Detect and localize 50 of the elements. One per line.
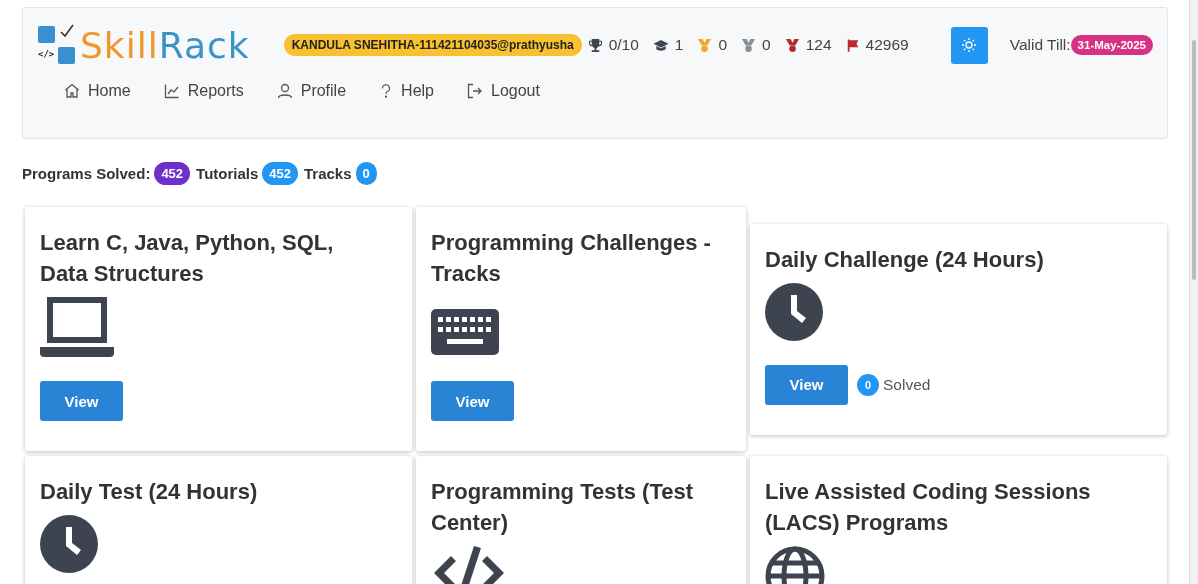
view-button[interactable]: View	[765, 364, 848, 405]
card-title: Learn C, Java, Python, SQL, Data Structures	[40, 229, 335, 288]
stat-value: 124	[805, 36, 832, 54]
medal-icon	[697, 37, 713, 53]
view-button[interactable]: View	[431, 381, 514, 421]
clock-icon	[765, 282, 823, 341]
card-title: Daily Test (24 Hours)	[40, 478, 259, 506]
graduation-cap-icon	[652, 37, 669, 53]
summary-label: Programs Solved:	[22, 165, 151, 182]
clock-icon	[40, 515, 98, 573]
logout-icon	[467, 83, 483, 99]
medal-icon	[784, 37, 800, 53]
trophy-icon	[587, 37, 603, 53]
logo-text: SkillRack	[80, 24, 250, 66]
nav-link[interactable]: Logout	[467, 82, 540, 100]
keyboard-icon	[431, 309, 499, 355]
laptop-icon	[40, 297, 114, 357]
nav-link[interactable]: Reports	[163, 82, 244, 100]
home-icon	[64, 83, 80, 99]
count-badge: 0	[355, 162, 377, 185]
count-badge: 452	[262, 162, 298, 185]
nav-link[interactable]: Home	[64, 82, 131, 100]
stat-value: 42969	[865, 36, 909, 54]
flag-icon	[845, 37, 860, 53]
count-badge: 452	[154, 162, 191, 185]
sun-icon	[961, 37, 978, 53]
scrollbar[interactable]	[1189, 0, 1198, 584]
card-title: Daily Challenge (24 Hours)	[765, 245, 1045, 274]
medal-icon	[741, 37, 757, 53]
card-title: Programming Tests (Test Center)	[431, 478, 694, 537]
nav-link[interactable]: Help	[379, 82, 434, 100]
view-button[interactable]: View	[40, 381, 123, 421]
solved-label: Solved	[883, 375, 931, 394]
stat-value: 0	[762, 36, 771, 54]
valid-till-label: Valid Till:	[1009, 36, 1071, 54]
card-title: Live Assisted Coding Sessions (LACS) Programs	[765, 478, 1092, 537]
summary-label: Tutorials	[196, 165, 259, 182]
user-badge: KANDULA SNEHITHA-111421104035@prathyusha	[283, 34, 582, 56]
stat-value: 0	[718, 36, 728, 54]
logo-mark: </>	[38, 26, 76, 64]
user-icon	[276, 83, 293, 99]
date-badge: 31-May-2025	[1070, 35, 1153, 55]
theme-toggle-button[interactable]	[950, 26, 988, 64]
nav-link[interactable]: Profile	[276, 82, 347, 100]
chart-icon	[163, 83, 180, 99]
count-badge: 0	[857, 373, 879, 396]
stat-value: 0/10	[608, 36, 639, 54]
stat-value: 1	[674, 36, 684, 54]
card-title: Programming Challenges - Tracks	[431, 229, 712, 288]
summary-label: Tracks	[304, 165, 352, 182]
